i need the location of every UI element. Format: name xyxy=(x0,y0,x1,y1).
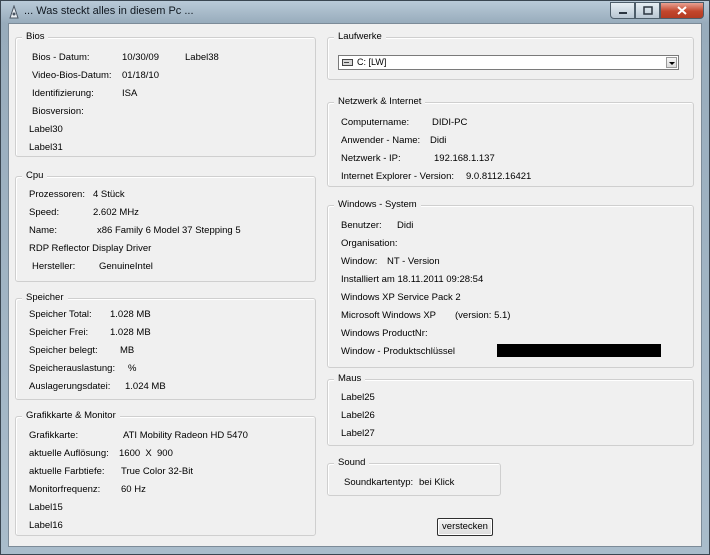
bios-datum-label: Bios - Datum: xyxy=(32,52,90,63)
laufwerke-group: Laufwerke C: [LW] xyxy=(327,31,694,80)
title-bar[interactable]: ... Was steckt alles in diesem Pc ... xyxy=(1,1,709,23)
service-pack-text: Windows XP Service Pack 2 xyxy=(341,292,461,303)
aufloesung-value: 1600 X 900 xyxy=(119,448,173,459)
close-button[interactable] xyxy=(660,2,704,19)
sound-title: Sound xyxy=(334,457,370,468)
farbtiefe-label: aktuelle Farbtiefe: xyxy=(29,466,105,477)
windows-title: Windows - System xyxy=(334,199,421,210)
auslagerungsdatei-value: 1.024 MB xyxy=(125,381,166,392)
computername-value: DIDI-PC xyxy=(432,117,468,128)
ms-windows-version: (version: 5.1) xyxy=(455,310,511,321)
bios-group: Bios Bios - Datum: 10/30/09 Label38 Vide… xyxy=(15,31,316,157)
app-icon xyxy=(9,5,19,19)
benutzer-value: Didi xyxy=(397,220,414,231)
speicher-frei-value: 1.028 MB xyxy=(110,327,151,338)
aufloesung-label: aktuelle Auflösung: xyxy=(29,448,109,459)
auslagerungsdatei-label: Auslagerungsdatei: xyxy=(29,381,111,392)
window-title: ... Was steckt alles in diesem Pc ... xyxy=(24,5,194,17)
installiert-text: Installiert am 18.11.2011 09:28:54 xyxy=(341,274,484,285)
biosversion-label: Biosversion: xyxy=(32,106,84,117)
soundkartentyp-label: Soundkartentyp: xyxy=(344,477,414,488)
speicher-belegt-value: MB xyxy=(120,345,135,356)
grafikkarte-value: ATI Mobility Radeon HD 5470 xyxy=(123,430,248,441)
farbtiefe-value: True Color 32-Bit xyxy=(121,466,193,477)
maximize-button[interactable] xyxy=(635,2,660,19)
laufwerke-selected: C: [LW] xyxy=(357,57,387,67)
minimize-button[interactable] xyxy=(610,2,635,19)
speicher-frei-label: Speicher Frei: xyxy=(29,327,89,338)
chevron-down-icon[interactable] xyxy=(666,57,677,68)
soundkartentyp-value: bei Klick xyxy=(419,477,455,488)
sound-group: Sound Soundkartentyp: bei Klick xyxy=(327,457,501,496)
netzwerk-title: Netzwerk & Internet xyxy=(334,96,426,107)
label30: Label30 xyxy=(29,124,63,135)
maus-group: Maus Label25 Label26 Label27 xyxy=(327,373,694,446)
drive-icon xyxy=(342,59,353,66)
client-area: Bios Bios - Datum: 10/30/09 Label38 Vide… xyxy=(8,23,702,547)
monitorfrequenz-value: 60 Hz xyxy=(121,484,146,495)
speicherauslastung-label: Speicherauslastung: xyxy=(29,363,116,374)
anwender-label: Anwender - Name: xyxy=(341,135,421,146)
monitorfrequenz-label: Monitorfrequenz: xyxy=(29,484,101,495)
maus-title: Maus xyxy=(334,373,366,384)
ident-label: Identifizierung: xyxy=(32,88,94,99)
anwender-value: Didi xyxy=(430,135,447,146)
speicher-belegt-label: Speicher belegt: xyxy=(29,345,98,356)
cpu-name-value: x86 Family 6 Model 37 Stepping 5 xyxy=(97,225,241,236)
speicherauslastung-value: % xyxy=(128,363,137,374)
grafik-title: Grafikkarte & Monitor xyxy=(22,410,120,421)
grafikkarte-label: Grafikkarte: xyxy=(29,430,79,441)
ms-windows-label: Microsoft Windows XP xyxy=(341,310,437,321)
laufwerke-dropdown[interactable]: C: [LW] xyxy=(338,55,679,70)
laufwerke-title: Laufwerke xyxy=(334,31,386,42)
rdp-driver: RDP Reflector Display Driver xyxy=(29,243,152,254)
verstecken-button[interactable]: verstecken xyxy=(437,518,493,536)
netzwerk-ip-value: 192.168.1.137 xyxy=(434,153,495,164)
windows-group: Windows - System Benutzer: Didi Organisa… xyxy=(327,199,694,368)
computername-label: Computername: xyxy=(341,117,410,128)
netzwerk-group: Netzwerk & Internet Computername: DIDI-P… xyxy=(327,96,694,187)
speicher-total-value: 1.028 MB xyxy=(110,309,151,320)
organisation-label: Organisation: xyxy=(341,238,398,249)
speed-value: 2.602 MHz xyxy=(93,207,139,218)
ident-value: ISA xyxy=(122,88,138,99)
grafik-group: Grafikkarte & Monitor Grafikkarte: ATI M… xyxy=(15,410,316,536)
close-icon xyxy=(677,6,687,15)
cpu-title: Cpu xyxy=(22,170,48,181)
bios-datum-value: 10/30/09 xyxy=(122,52,159,63)
prozessoren-value: 4 Stück xyxy=(93,189,125,200)
label31: Label31 xyxy=(29,142,63,153)
netzwerk-ip-label: Netzwerk - IP: xyxy=(341,153,401,164)
produktschluessel-redacted xyxy=(497,344,661,357)
speed-label: Speed: xyxy=(29,207,60,218)
video-bios-label: Video-Bios-Datum: xyxy=(32,70,112,81)
maximize-icon xyxy=(642,6,653,15)
speicher-title: Speicher xyxy=(22,292,68,303)
speicher-group: Speicher Speicher Total: 1.028 MB Speich… xyxy=(15,292,316,400)
benutzer-label: Benutzer: xyxy=(341,220,382,231)
bios-title: Bios xyxy=(22,31,49,42)
window-value: NT - Version xyxy=(387,256,440,267)
minimize-icon xyxy=(618,11,627,14)
label38: Label38 xyxy=(185,52,219,63)
ie-version-value: 9.0.8112.16421 xyxy=(466,171,532,182)
cpu-group: Cpu Prozessoren: 4 Stück Speed: 2.602 MH… xyxy=(15,170,316,282)
main-window: ... Was steckt alles in diesem Pc ... Bi… xyxy=(0,0,710,555)
window-label: Window: xyxy=(341,256,378,267)
cpu-name-label: Name: xyxy=(29,225,57,236)
speicher-total-label: Speicher Total: xyxy=(29,309,92,320)
ie-version-label: Internet Explorer - Version: xyxy=(341,171,454,182)
label25: Label25 xyxy=(341,392,375,403)
label16: Label16 xyxy=(29,520,63,531)
prozessoren-label: Prozessoren: xyxy=(29,189,85,200)
label26: Label26 xyxy=(341,410,375,421)
produktschluessel-label: Window - Produktschlüssel xyxy=(341,346,456,357)
video-bios-value: 01/18/10 xyxy=(122,70,159,81)
label15: Label15 xyxy=(29,502,63,513)
hersteller-label: Hersteller: xyxy=(32,261,76,272)
hersteller-value: GenuineIntel xyxy=(99,261,153,272)
label27: Label27 xyxy=(341,428,375,439)
productnr-label: Windows ProductNr: xyxy=(341,328,428,339)
